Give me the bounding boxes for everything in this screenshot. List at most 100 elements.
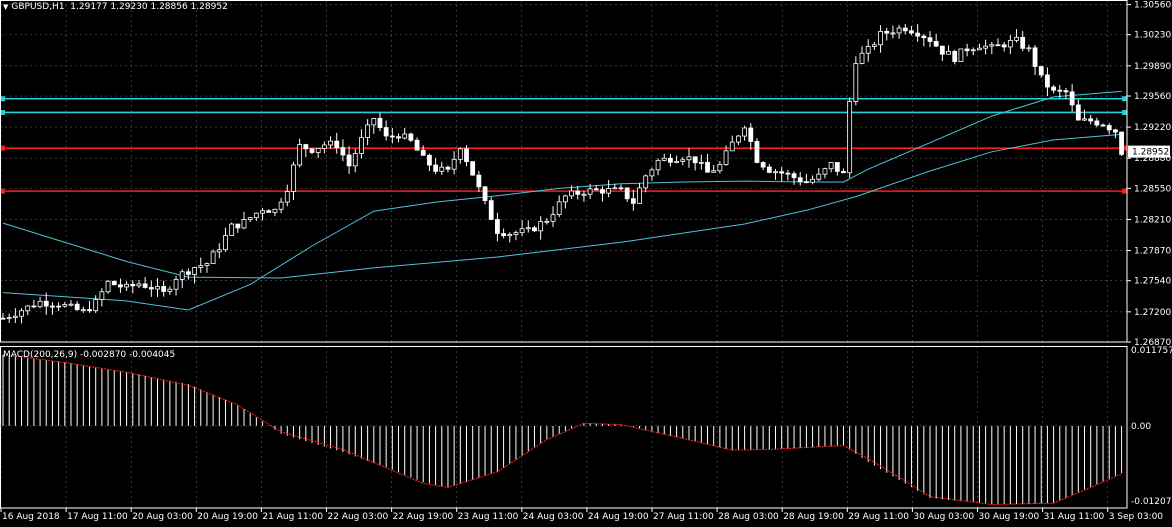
macd-panel-border [0, 346, 1128, 509]
candle-body [748, 127, 754, 142]
collapse-triangle-icon[interactable]: ▼ [3, 3, 8, 11]
candle-body [946, 50, 951, 55]
time-tick-label: 28 Aug 03:00 [718, 512, 779, 522]
level-handle-icon[interactable] [1122, 96, 1127, 102]
candle-body [902, 27, 908, 32]
time-tick-label: 28 Aug 19:00 [783, 512, 844, 522]
candle-body [698, 161, 704, 164]
macd-signal-value: -0.004045 [129, 350, 176, 360]
price-tick-label: 1.27200 [1134, 308, 1171, 318]
candle-body [532, 227, 537, 232]
candle-body [111, 280, 117, 286]
candle-body [1007, 39, 1013, 48]
candle-body [705, 161, 710, 173]
candle-body [408, 133, 414, 141]
candle-body [569, 190, 574, 197]
candle-body [637, 187, 642, 204]
candle-body [173, 279, 179, 290]
candle-body [179, 271, 185, 280]
time-tick-label: 30 Aug 03:00 [913, 512, 974, 522]
candle-body [1069, 91, 1075, 106]
candle-body [643, 175, 649, 189]
candle-body [680, 159, 686, 162]
candle-body [161, 286, 167, 292]
candle-body [779, 171, 785, 174]
candle-body [389, 135, 395, 138]
candle-body [130, 283, 136, 287]
candle-body [192, 267, 197, 275]
candle-body [921, 35, 927, 39]
candle-body [797, 177, 803, 183]
candle-body [241, 219, 247, 229]
candle-body [0, 317, 6, 320]
price-tick-label: 1.29560 [1134, 92, 1171, 102]
candle-body [890, 32, 896, 35]
candle-body [80, 309, 86, 311]
candle-body [927, 37, 933, 42]
price-tick-label: 1.28210 [1134, 215, 1171, 225]
candle-body [1026, 47, 1032, 50]
close-value: 1.28952 [190, 2, 228, 12]
moving-average-2 [2, 133, 1122, 279]
price-chart[interactable]: 1.30560 1.30230 1.29890 1.29560 1.29220 1.288… [0, 0, 1172, 527]
macd-main-value: -0.002870 [79, 350, 127, 360]
time-tick-label: 24 Aug 19:00 [588, 512, 649, 522]
candle-body [1106, 125, 1112, 131]
symbol-label: GBPUSD,H1 [11, 2, 65, 12]
price-tick-label: 1.30230 [1134, 31, 1171, 41]
candle-body [562, 195, 568, 203]
candle-body [488, 200, 494, 220]
candle-body [723, 150, 729, 165]
time-tick-label: 30 Aug 19:00 [979, 512, 1040, 522]
time-tick-label: 3 Sep 03:00 [1109, 512, 1164, 522]
candle-body [470, 161, 476, 176]
candle-body [371, 118, 377, 126]
candle-body [989, 44, 995, 47]
candle-body [124, 283, 129, 288]
candle-body [68, 303, 74, 306]
candle-body [155, 286, 160, 290]
level-handle-icon[interactable] [1122, 188, 1127, 194]
candle-body [420, 149, 426, 156]
time-tick-label: 31 Aug 11:00 [1044, 512, 1105, 522]
candle-body [760, 162, 766, 168]
time-tick-label: 20 Aug 19:00 [197, 512, 258, 522]
price-tick-label: 1.30560 [1134, 1, 1171, 11]
candle-body [711, 170, 717, 173]
candle-body [1100, 124, 1106, 127]
candle-body [1038, 66, 1044, 76]
candle-body [896, 27, 902, 34]
candle-body [50, 305, 55, 308]
candle-body [315, 147, 321, 153]
candle-body [476, 174, 482, 188]
candle-body [556, 201, 562, 216]
candle-body [334, 140, 340, 149]
price-scale: 1.305601.302301.298901.295601.292201.288… [1127, 1, 1171, 348]
candle-body [507, 234, 513, 237]
candle-body [834, 162, 840, 172]
candle-body [19, 310, 24, 317]
macd-tick-label: -0.012078 [1131, 497, 1172, 507]
candle-body [210, 251, 216, 265]
level-handle-icon[interactable] [1122, 109, 1127, 115]
candle-body [674, 160, 680, 163]
time-tick-label: 17 Aug 11:00 [67, 512, 128, 522]
candle-body [865, 46, 871, 54]
candle-body [1088, 118, 1094, 122]
macd-scale: 0.011757 0.00 -0.012078 [0, 346, 1172, 507]
candle-body [939, 45, 945, 55]
candle-body [692, 156, 698, 164]
candle-body [964, 48, 970, 52]
candle-body [346, 154, 352, 167]
macd-label: MACD(200,26,9) [3, 350, 78, 360]
candle-body [62, 304, 68, 307]
horizontal-levels[interactable] [0, 96, 1127, 194]
macd-tick-label: 0.011757 [1131, 346, 1172, 356]
candle-body [247, 217, 253, 220]
candle-body [871, 44, 877, 47]
moving-averages [2, 90, 1122, 311]
candle-body [93, 299, 99, 312]
price-tick-label: 1.28550 [1134, 184, 1171, 194]
candle-body [791, 173, 797, 179]
candle-body [593, 188, 599, 191]
